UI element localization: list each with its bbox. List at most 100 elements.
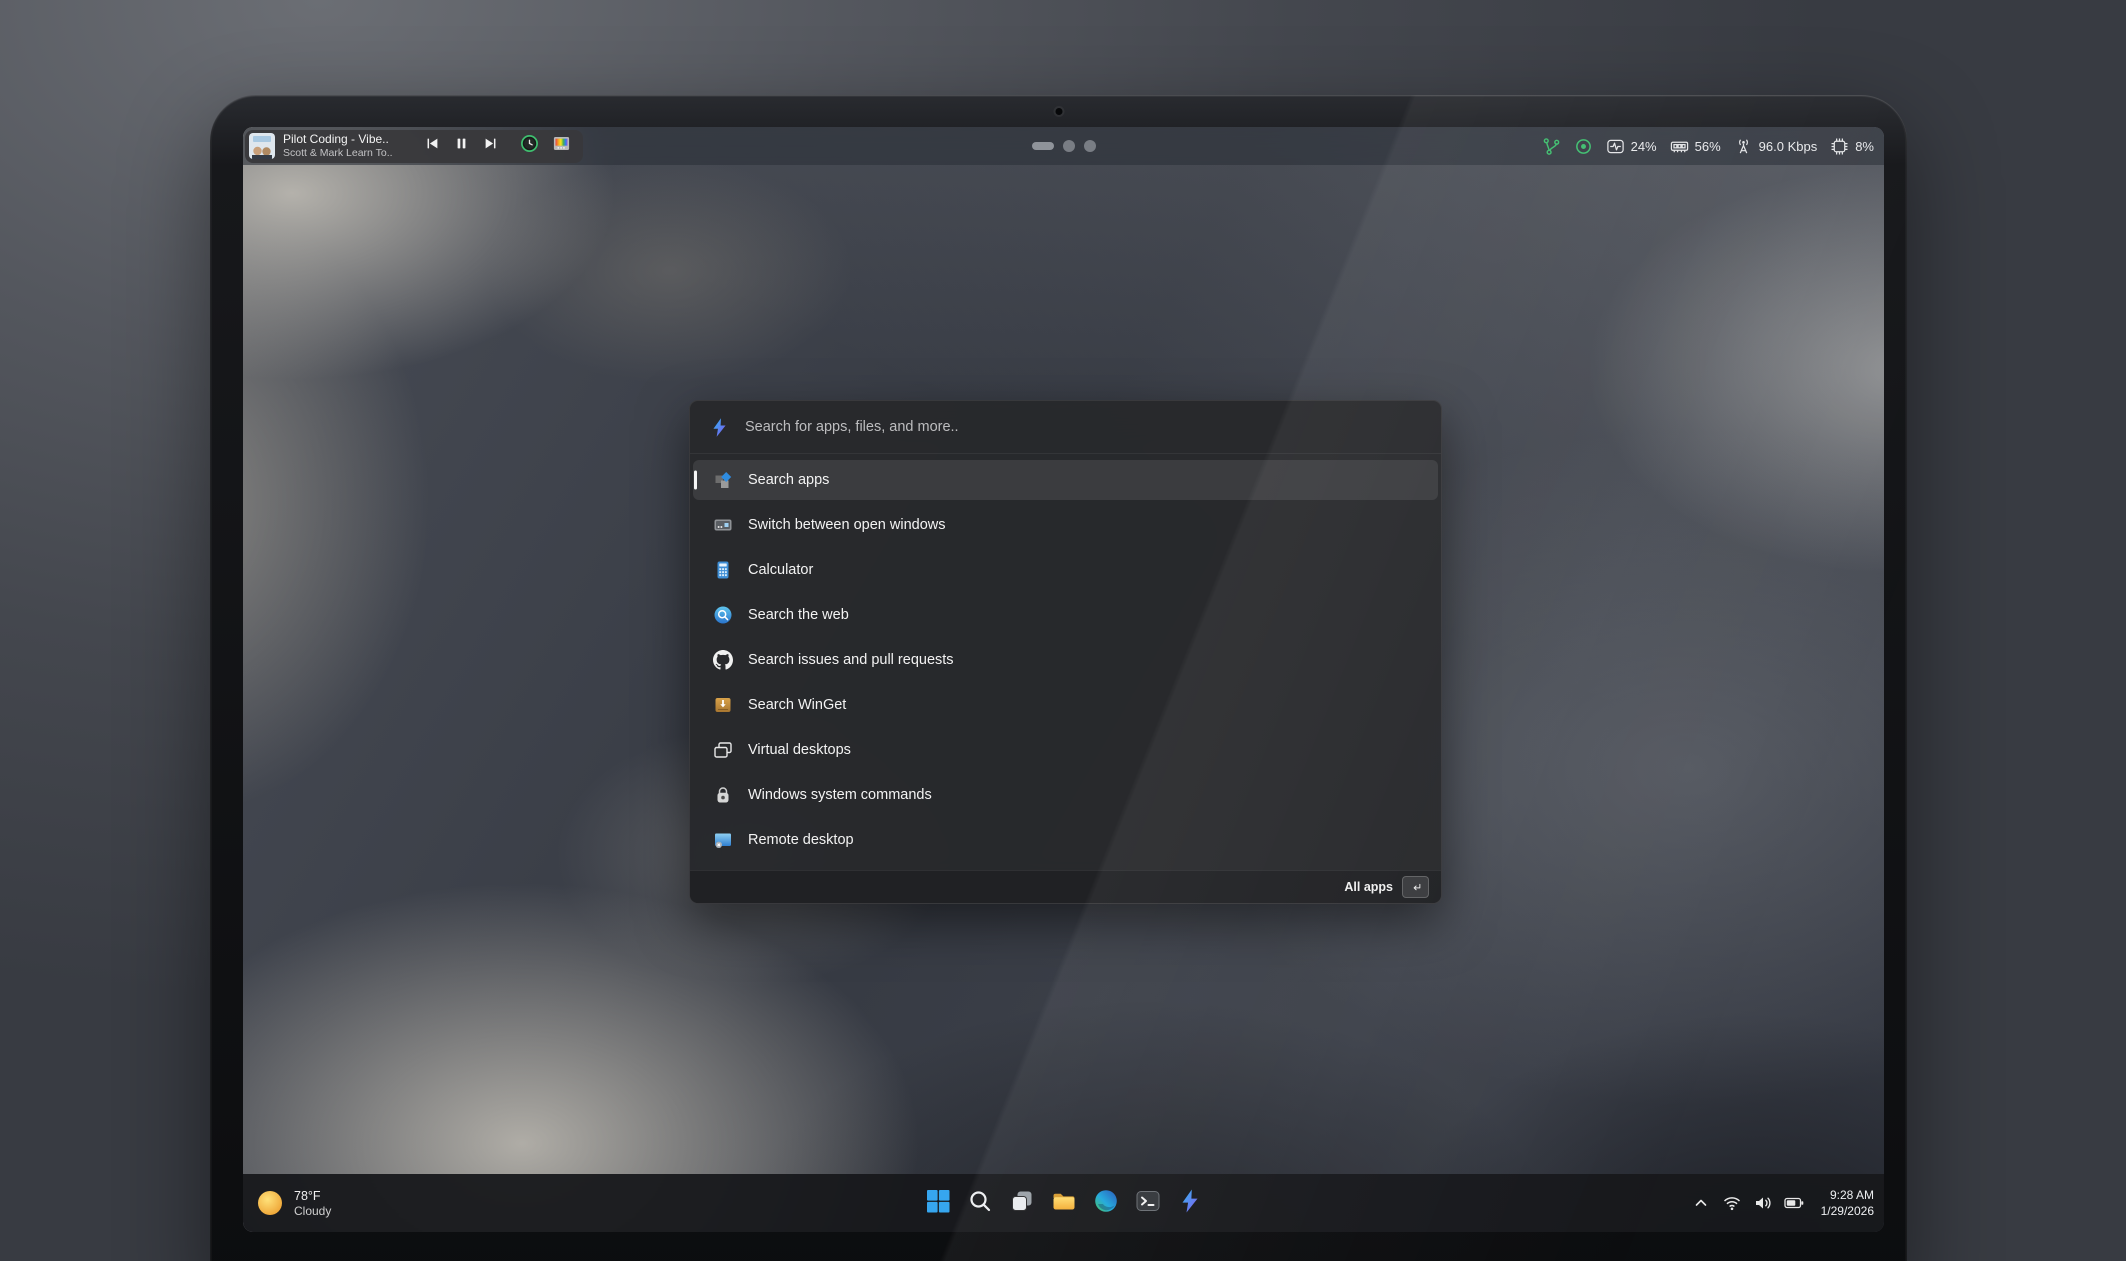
top-bar: Pilot Coding - Vibe.. Scott & Mark Learn… (243, 127, 1884, 165)
wifi-icon[interactable] (1719, 1190, 1745, 1216)
album-art (249, 133, 275, 159)
search-input[interactable]: Search for apps, files, and more.. (745, 419, 959, 435)
all-apps-label[interactable]: All apps (1344, 880, 1393, 894)
stat-value: 24% (1631, 139, 1657, 154)
pause-button[interactable] (454, 136, 469, 156)
palette-item[interactable]: Search the web (693, 595, 1438, 635)
taskbar-powertoys-run-button[interactable] (1172, 1183, 1208, 1223)
battery-icon[interactable] (1781, 1190, 1807, 1216)
sun-icon (255, 1188, 285, 1218)
palette-item[interactable]: Switch between open windows (693, 505, 1438, 545)
stat-value: 8% (1855, 139, 1874, 154)
weather-widget[interactable]: 78°F Cloudy (255, 1188, 331, 1219)
taskbar-clock[interactable]: 9:28 AM 1/29/2026 (1821, 1187, 1874, 1219)
command-palette: Search for apps, files, and more.. Searc… (689, 400, 1442, 904)
media-subtitle: Scott & Mark Learn To.. (283, 147, 411, 160)
stat-record (1574, 137, 1593, 156)
taskbar-file-explorer-button[interactable] (1046, 1183, 1082, 1223)
memory-icon (1670, 137, 1689, 156)
media-title: Pilot Coding - Vibe.. (283, 132, 411, 147)
window-pager (1032, 140, 1096, 152)
palette-item-label: Windows system commands (748, 787, 932, 803)
task-view-icon (1009, 1188, 1035, 1219)
stage: Pilot Coding - Vibe.. Scott & Mark Learn… (0, 0, 2126, 1261)
palette-search-row[interactable]: Search for apps, files, and more.. (690, 401, 1441, 454)
taskbar-edge-button[interactable] (1088, 1183, 1124, 1223)
palette-item[interactable]: Windows system commands (693, 775, 1438, 815)
stat-value: 56% (1695, 139, 1721, 154)
stat-network: 96.0 Kbps (1734, 137, 1818, 156)
palette-item-label: Search apps (748, 472, 829, 488)
weather-text: 78°F Cloudy (294, 1188, 331, 1219)
palette-item[interactable]: Search apps (693, 460, 1438, 500)
activity-icon (1606, 137, 1625, 156)
git-branch-icon (1542, 137, 1561, 156)
virtual-desktops-icon (713, 740, 733, 760)
screen-sampler-icon[interactable] (552, 134, 571, 158)
github-icon (713, 650, 733, 670)
enter-key-icon[interactable] (1402, 876, 1429, 898)
start-icon (925, 1188, 951, 1219)
pager-dot[interactable] (1063, 140, 1075, 152)
taskbar-task-view-button[interactable] (1004, 1183, 1040, 1223)
palette-footer: All apps (690, 870, 1441, 903)
palette-list: Search apps Switch between open windows Ca… (690, 454, 1441, 870)
network-icon (1734, 137, 1753, 156)
remote-desktop-icon (713, 830, 733, 850)
web-search-icon (713, 605, 733, 625)
calculator-icon (713, 560, 733, 580)
palette-item-label: Remote desktop (748, 832, 854, 848)
powertoys-run-icon (1177, 1188, 1203, 1219)
chevron-up-icon[interactable] (1688, 1190, 1714, 1216)
palette-item-label: Search the web (748, 607, 849, 623)
tray-icon-group (1688, 1190, 1807, 1216)
weather-temperature: 78°F (294, 1188, 331, 1204)
palette-item-label: Switch between open windows (748, 517, 945, 533)
media-widget[interactable]: Pilot Coding - Vibe.. Scott & Mark Learn… (245, 130, 583, 163)
laptop-frame: Pilot Coding - Vibe.. Scott & Mark Learn… (210, 95, 1907, 1261)
timer-icon[interactable] (520, 134, 539, 158)
next-icon (483, 136, 498, 156)
command-palette-bolt-icon (709, 417, 730, 438)
palette-item[interactable]: Search WinGet (693, 685, 1438, 725)
stat-value: 96.0 Kbps (1759, 139, 1818, 154)
next-button[interactable] (483, 136, 498, 156)
search-apps-icon (713, 470, 733, 490)
taskbar-terminal-button[interactable] (1130, 1183, 1166, 1223)
taskbar-start-button[interactable] (920, 1183, 956, 1223)
stat-memory: 56% (1670, 137, 1721, 156)
palette-item-label: Search issues and pull requests (748, 652, 954, 668)
palette-item-label: Search WinGet (748, 697, 846, 713)
pager-dot[interactable] (1084, 140, 1096, 152)
cpu-icon (1830, 137, 1849, 156)
palette-item-label: Virtual desktops (748, 742, 851, 758)
system-tray: 9:28 AM 1/29/2026 (1688, 1187, 1874, 1219)
palette-item[interactable]: Calculator (693, 550, 1438, 590)
winget-icon (713, 695, 733, 715)
media-widget-extras (520, 134, 571, 158)
clock-time: 9:28 AM (1821, 1187, 1874, 1203)
edge-icon (1093, 1188, 1119, 1219)
palette-item-label: Calculator (748, 562, 813, 578)
palette-item[interactable]: Search issues and pull requests (693, 640, 1438, 680)
taskbar-taskbar-search-button[interactable] (962, 1183, 998, 1223)
previous-button[interactable] (425, 136, 440, 156)
pause-icon (454, 136, 469, 156)
volume-icon[interactable] (1750, 1190, 1776, 1216)
pager-pill[interactable] (1032, 142, 1054, 150)
clock-date: 1/29/2026 (1821, 1203, 1874, 1219)
system-commands-icon (713, 785, 733, 805)
terminal-icon (1135, 1188, 1161, 1219)
palette-item[interactable]: Remote desktop (693, 820, 1438, 860)
previous-icon (425, 136, 440, 156)
media-text: Pilot Coding - Vibe.. Scott & Mark Learn… (283, 132, 411, 160)
stat-cpu: 8% (1830, 137, 1874, 156)
file-explorer-icon (1051, 1188, 1077, 1219)
system-stats: 24% 56% 96.0 Kbps 8% (1542, 137, 1874, 156)
stat-git-branch (1542, 137, 1561, 156)
taskbar-search-icon (967, 1188, 993, 1219)
weather-condition: Cloudy (294, 1204, 331, 1218)
taskbar: 78°F Cloudy 9:28 AM 1/29/2026 (243, 1174, 1884, 1232)
palette-item[interactable]: Virtual desktops (693, 730, 1438, 770)
media-controls (425, 136, 498, 156)
